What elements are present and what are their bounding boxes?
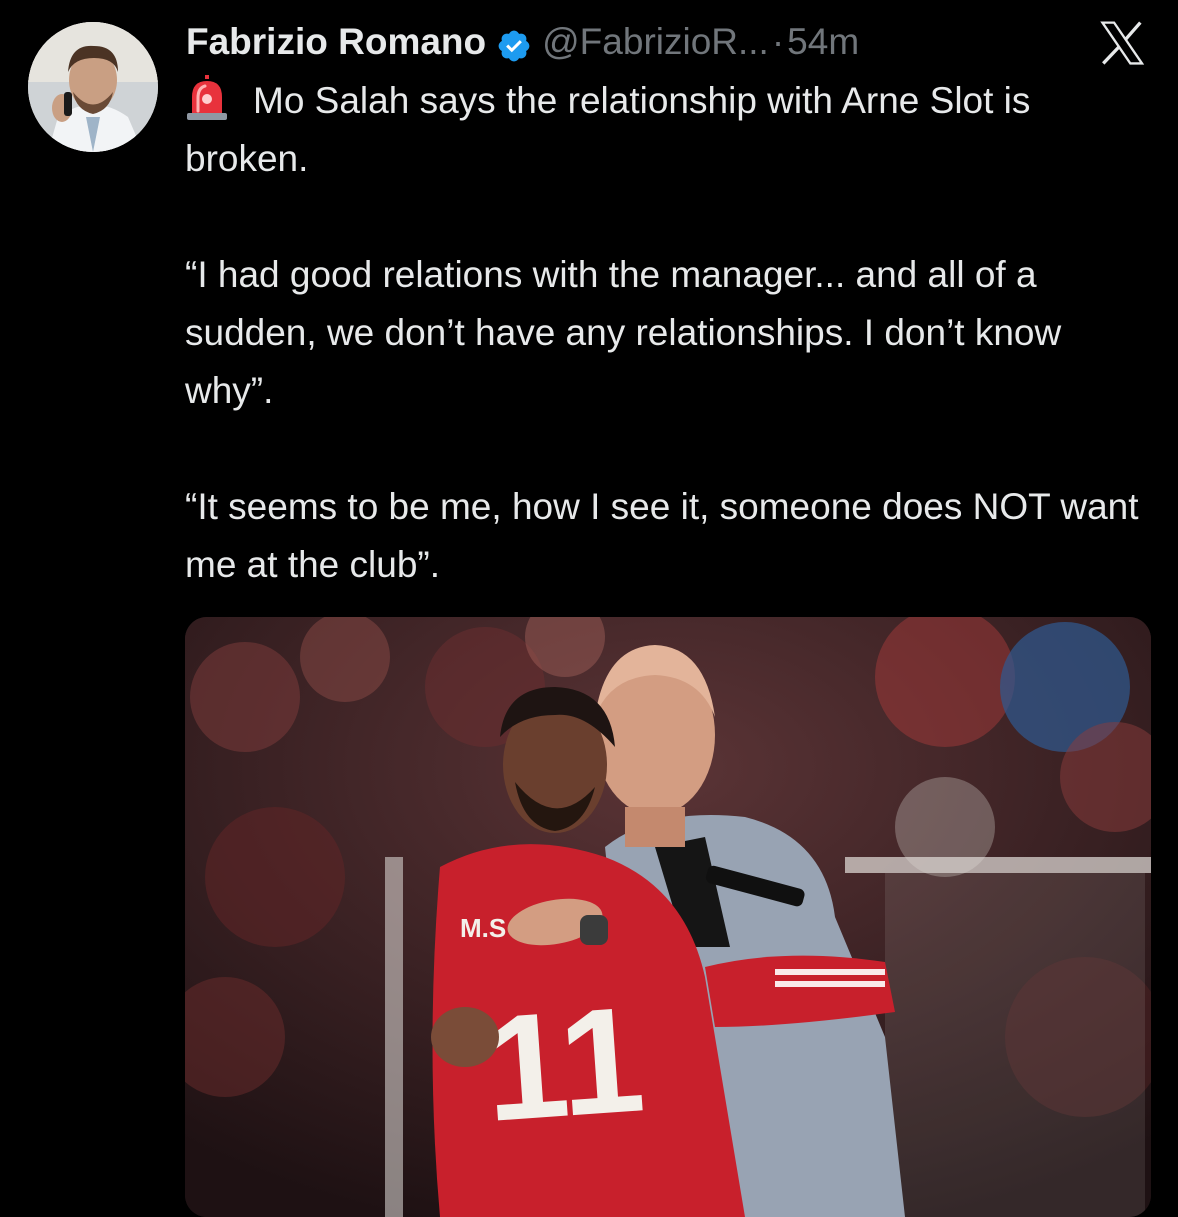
x-logo-icon[interactable] (1096, 18, 1148, 68)
media-image: M.S 11 (185, 617, 1151, 1217)
tweet-paragraph-1-text: Mo Salah says the relationship with Arne… (185, 80, 1031, 179)
siren-icon (185, 75, 229, 121)
tweet-text: Mo Salah says the relationship with Arne… (185, 72, 1150, 594)
shirt-number: 11 (479, 974, 649, 1153)
tweet-header: Fabrizio Romano @FabrizioR... · 54m (186, 14, 859, 70)
tweet-card[interactable]: Fabrizio Romano @FabrizioR... · 54m Mo S… (0, 0, 1178, 1217)
author-avatar[interactable] (28, 22, 158, 152)
header-separator: · (771, 21, 785, 62)
tweet-paragraph-2: “I had good relations with the manager..… (185, 254, 1062, 411)
verified-badge-icon (496, 24, 532, 62)
author-display-name[interactable]: Fabrizio Romano (186, 14, 486, 70)
tweet-timestamp[interactable]: 54m (787, 14, 859, 70)
avatar-photo (28, 22, 158, 152)
shirt-name: M.S (460, 913, 506, 943)
tweet-media-photo[interactable]: M.S 11 (185, 617, 1151, 1217)
tweet-paragraph-1: Mo Salah says the relationship with Arne… (185, 72, 1150, 188)
tweet-paragraph-3: “It seems to be me, how I see it, someon… (185, 486, 1139, 585)
author-handle[interactable]: @FabrizioR... (542, 14, 769, 70)
